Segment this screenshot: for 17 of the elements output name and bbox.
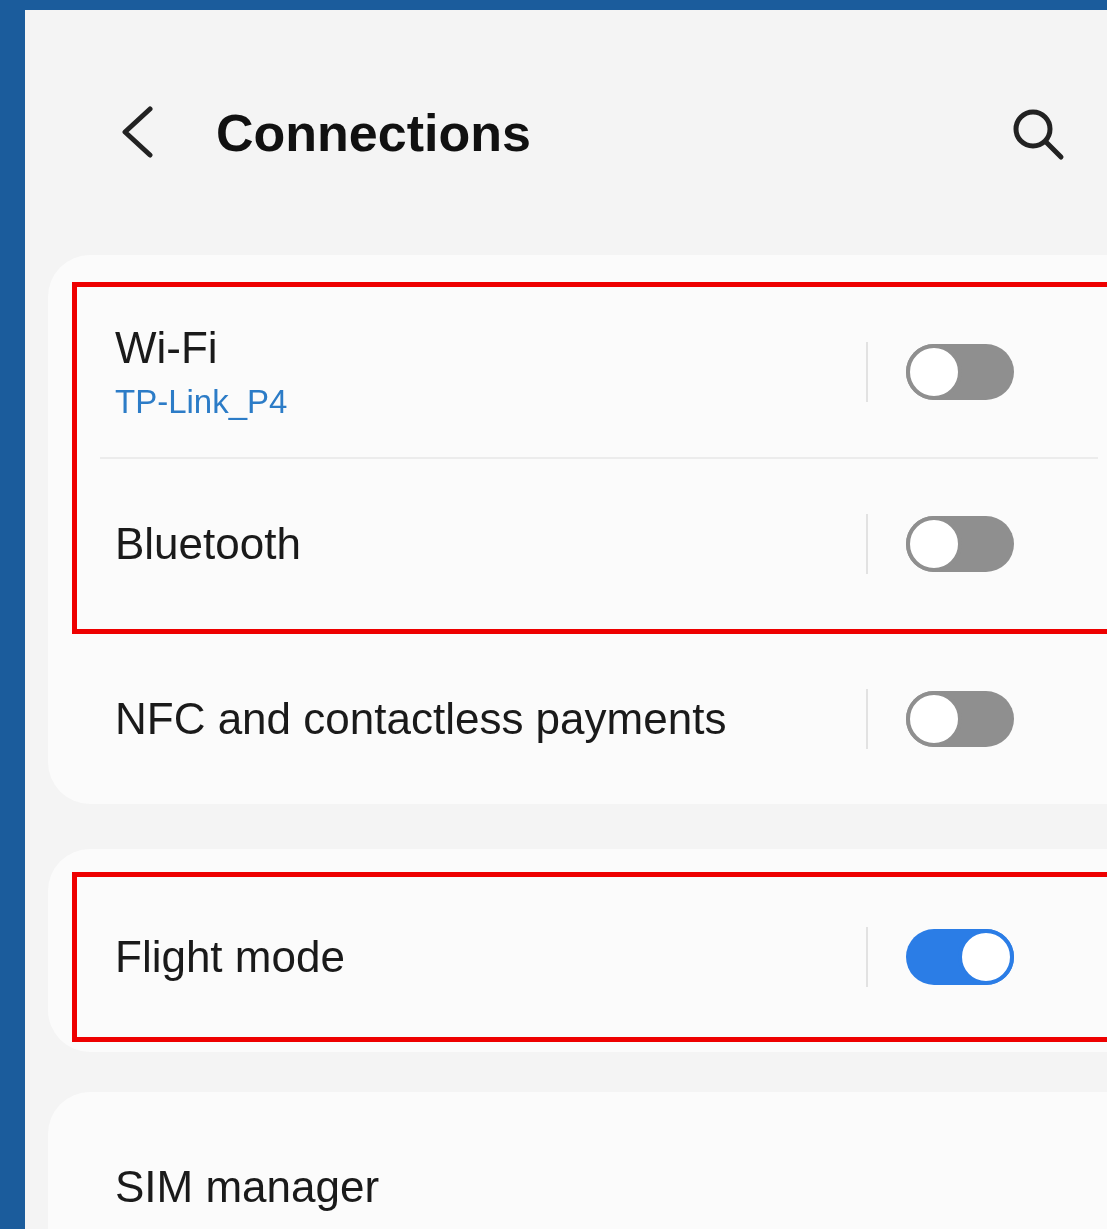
row-label: NFC and contactless payments	[115, 694, 728, 744]
row-subtitle: TP-Link_P4	[115, 383, 289, 421]
row-label: Wi-Fi	[115, 323, 219, 373]
toggle-switch[interactable]	[906, 344, 1014, 400]
settings-row[interactable]: Bluetooth	[77, 459, 1107, 629]
settings-row[interactable]: Wi-Fi TP-Link_P4	[77, 287, 1107, 457]
back-icon[interactable]	[120, 105, 154, 158]
settings-row[interactable]: Flight mode	[77, 877, 1107, 1037]
settings-row[interactable]: NFC and contactless payments	[77, 639, 1107, 799]
row-label: SIM manager	[115, 1162, 381, 1212]
settings-row[interactable]: SIM manager	[77, 1097, 1107, 1229]
toggle-switch[interactable]	[906, 929, 1014, 985]
row-label: Bluetooth	[115, 519, 302, 569]
toggle-switch[interactable]	[906, 691, 1014, 747]
screen-title: Connections	[216, 102, 532, 163]
row-label: Flight mode	[115, 932, 346, 982]
toggle-switch[interactable]	[906, 516, 1014, 572]
